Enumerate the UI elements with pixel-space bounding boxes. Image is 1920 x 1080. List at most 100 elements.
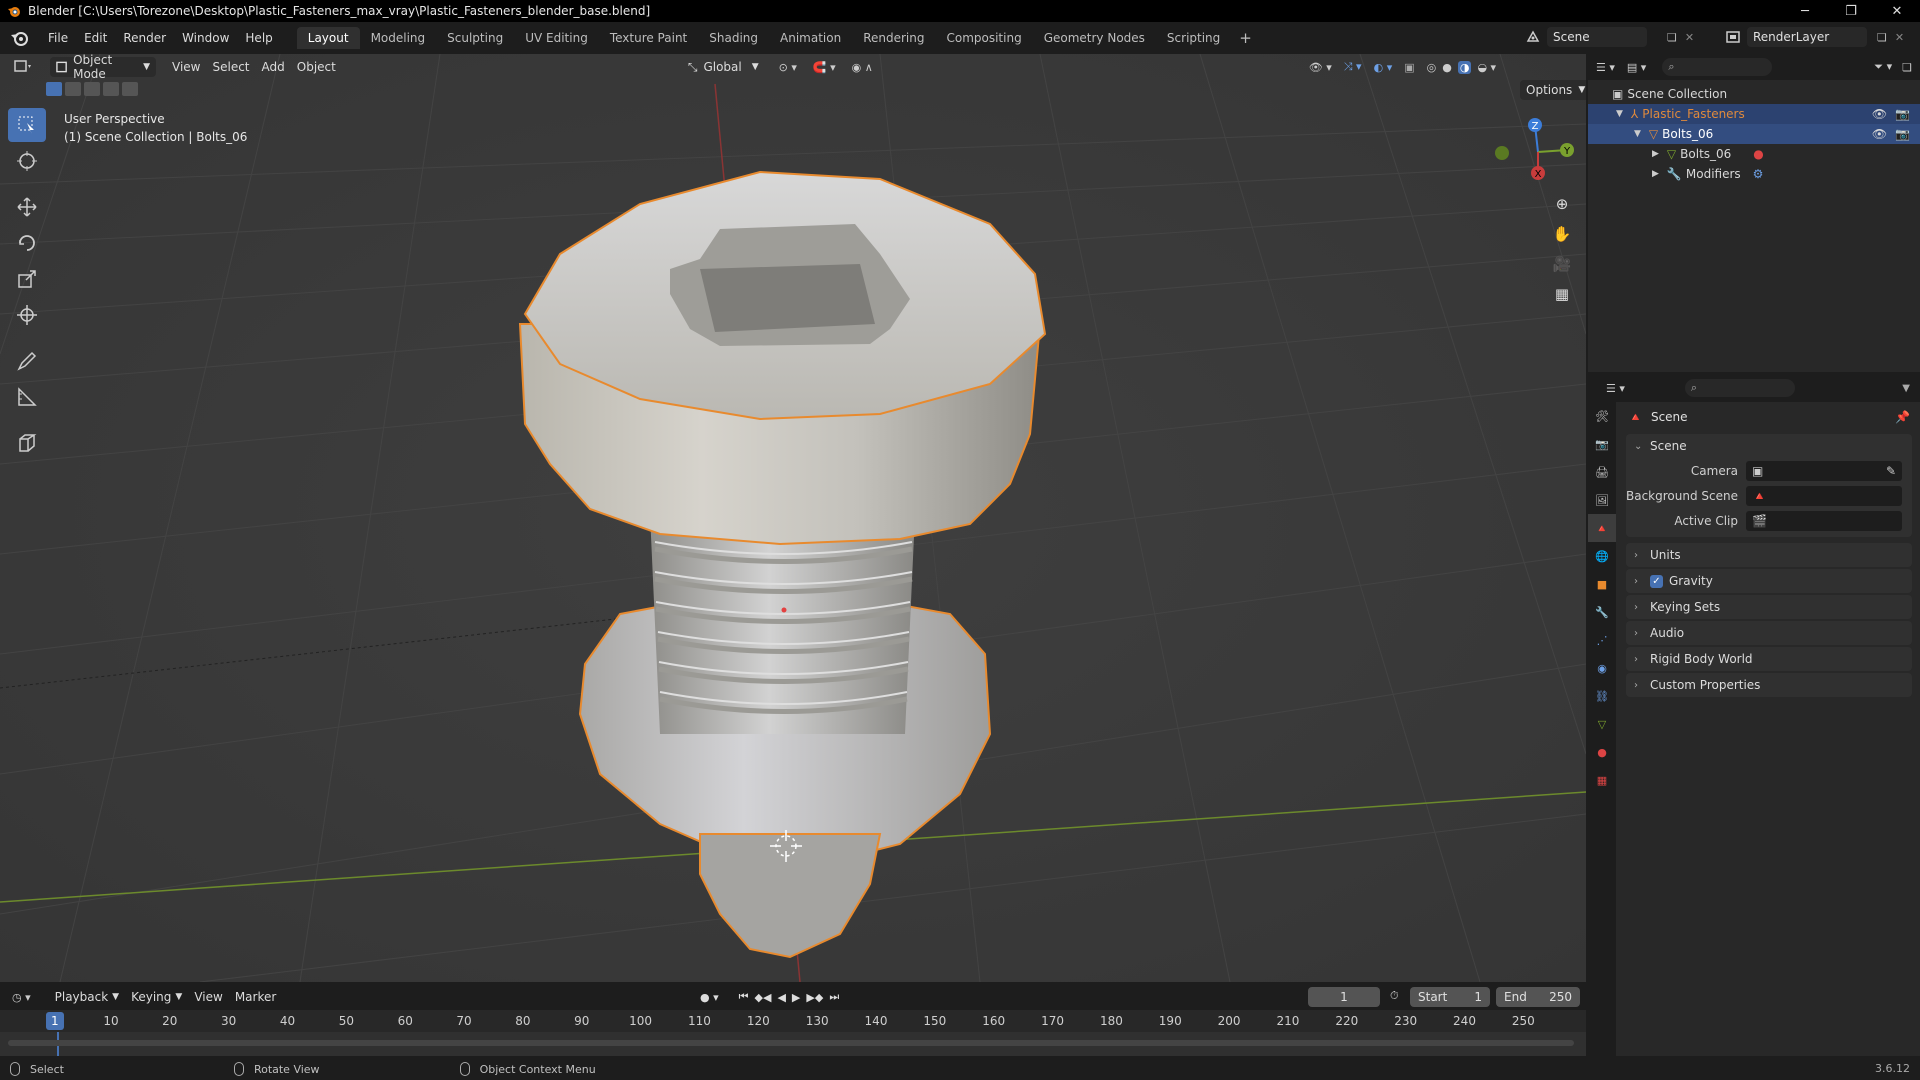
menu-edit[interactable]: Edit (76, 22, 115, 54)
outliner-item-bolts-06[interactable]: ▼ ▽ Bolts_06 👁 📷 (1588, 124, 1920, 144)
audio-panel[interactable]: › Audio (1626, 621, 1912, 645)
select-intersect-icon[interactable] (122, 82, 138, 96)
rotate-tool[interactable] (8, 226, 46, 260)
playback-menu[interactable]: Playback ▼ (49, 987, 125, 1007)
tab-compositing[interactable]: Compositing (935, 27, 1032, 49)
tab-particles[interactable]: ⋰ (1588, 626, 1616, 654)
pivot-point-icon[interactable]: ⊙ ▾ (779, 61, 797, 74)
snap-icon[interactable]: 🧲 ▾ (813, 61, 836, 74)
tab-layout[interactable]: Layout (296, 27, 360, 49)
prev-keyframe-icon[interactable]: ◆◀ (755, 991, 772, 1004)
tab-world[interactable]: 🌐 (1588, 542, 1616, 570)
scale-tool[interactable] (8, 262, 46, 296)
maximize-button[interactable]: ❐ (1828, 0, 1874, 22)
editor-type-icon[interactable] (14, 59, 38, 76)
proportional-edit-icon[interactable]: ◉ ∧ (852, 61, 873, 74)
marker-menu[interactable]: Marker (229, 987, 282, 1007)
tab-modifiers[interactable]: 🔧 (1588, 598, 1616, 626)
tab-object[interactable]: ■ (1588, 570, 1616, 598)
menu-window[interactable]: Window (174, 22, 237, 54)
menu-file[interactable]: File (40, 22, 76, 54)
menu-help[interactable]: Help (237, 22, 280, 54)
tab-shading[interactable]: Shading (698, 27, 769, 49)
keying-sets-panel[interactable]: › Keying Sets (1626, 595, 1912, 619)
eyedropper-icon[interactable]: ✎ (1886, 464, 1896, 478)
outliner-editor-icon[interactable]: ☰ ▾ (1596, 61, 1615, 74)
record-icon[interactable]: ● ▾ (700, 991, 719, 1004)
jump-end-icon[interactable]: ⏭ (829, 990, 839, 1004)
tab-uv-editing[interactable]: UV Editing (514, 27, 599, 49)
tab-data[interactable]: ▽ (1588, 710, 1616, 738)
playhead[interactable]: 1 (46, 1012, 64, 1030)
move-tool[interactable] (8, 190, 46, 224)
tab-physics[interactable]: ◉ (1588, 654, 1616, 682)
options-dropdown[interactable]: Options ▼ (1520, 80, 1586, 100)
outliner-item-plastic-fasteners[interactable]: ▼ ⅄ Plastic_Fasteners 👁 📷 (1588, 104, 1920, 124)
properties-editor-icon[interactable]: ☰ ▾ (1606, 382, 1625, 395)
start-frame-field[interactable]: Start 1 (1410, 987, 1490, 1007)
neg-y-axis-icon[interactable] (1495, 146, 1509, 160)
transform-tool[interactable] (8, 298, 46, 332)
filter-icon[interactable]: ⏷ ▾ (1874, 60, 1892, 74)
shading-rendered-icon[interactable]: ◒ ▾ (1477, 61, 1496, 74)
eye-icon[interactable]: 👁 (1872, 127, 1887, 141)
tab-texture-paint[interactable]: Texture Paint (599, 27, 698, 49)
measure-tool[interactable] (8, 380, 46, 414)
tab-rendering[interactable]: Rendering (852, 27, 935, 49)
delete-view-layer-icon[interactable]: ✕ (1895, 31, 1904, 44)
tab-animation[interactable]: Animation (769, 27, 852, 49)
rigid-body-world-panel[interactable]: › Rigid Body World (1626, 647, 1912, 671)
view-layer-selector[interactable]: RenderLayer ❏ ✕ (1725, 26, 1915, 48)
expand-arrow-icon[interactable]: ▶ (1652, 149, 1659, 159)
tab-constraints[interactable]: ⛓ (1588, 682, 1616, 710)
shading-material-icon[interactable]: ◑ (1457, 60, 1472, 74)
mode-dropdown[interactable]: Object Mode ▼ (50, 54, 156, 81)
delete-scene-icon[interactable]: ✕ (1685, 31, 1694, 44)
gizmo-toggle-icon[interactable]: ⤨ ▾ (1344, 60, 1362, 74)
menu-view[interactable]: View (166, 57, 206, 77)
display-mode-icon[interactable]: ▤ ▾ (1627, 61, 1646, 74)
clock-icon[interactable]: ⏱ (1390, 989, 1399, 1003)
3d-viewport[interactable]: Object Mode ▼ View Select Add Object ⤡ G… (0, 54, 1586, 982)
expand-arrow-icon[interactable]: ▼ (1616, 109, 1623, 119)
new-view-layer-icon[interactable]: ❏ (1877, 31, 1887, 44)
gravity-panel[interactable]: › ✓ Gravity (1626, 569, 1912, 593)
tab-render[interactable]: 📷 (1588, 430, 1616, 458)
tab-tool[interactable]: 🛠 (1588, 402, 1616, 430)
outliner-search-input[interactable]: ⌕ (1662, 58, 1773, 76)
tab-sculpting[interactable]: Sculpting (436, 27, 514, 49)
xray-toggle-icon[interactable]: ▣ (1404, 61, 1414, 74)
visibility-dropdown-icon[interactable]: 👁 ▾ (1309, 61, 1332, 74)
tab-view-layer[interactable]: 🖼 (1588, 486, 1616, 514)
gravity-checkbox[interactable]: ✓ (1650, 574, 1663, 588)
select-invert-icon[interactable] (103, 82, 119, 96)
tab-scene[interactable]: 🔺 (1588, 514, 1616, 542)
camera-view-button[interactable]: 🎥 (1548, 250, 1576, 278)
active-clip-field[interactable]: 🎬 (1746, 510, 1902, 531)
timeline-track-area[interactable] (0, 1032, 1586, 1056)
menu-add[interactable]: Add (256, 57, 291, 77)
add-workspace-button[interactable]: + (1231, 29, 1260, 47)
chevron-down-icon[interactable]: ▼ (1902, 383, 1910, 394)
outliner-item-modifiers[interactable]: ▶ 🔧 Modifiers ⚙ (1588, 164, 1920, 184)
add-cube-tool[interactable] (8, 426, 46, 460)
end-frame-field[interactable]: End 250 (1496, 987, 1580, 1007)
zoom-button[interactable]: ⊕ (1548, 190, 1576, 218)
timeline-ruler[interactable]: 1 10 20 30 40 50 60 70 80 90 100 110 120 130 140 150 16… (0, 1010, 1586, 1032)
tab-output[interactable]: 🖨 (1588, 458, 1616, 486)
current-frame-field[interactable]: 1 (1308, 987, 1380, 1007)
tab-material[interactable]: ● (1588, 738, 1616, 766)
shading-solid-icon[interactable]: ● (1442, 61, 1452, 74)
select-subtract-icon[interactable] (84, 82, 100, 96)
pin-icon[interactable]: 📌 (1895, 410, 1910, 424)
outliner-item-bolts-06-mesh[interactable]: ▶ ▽ Bolts_06 ● (1588, 144, 1920, 164)
tab-texture[interactable]: ▦ (1588, 766, 1616, 794)
eye-icon[interactable]: 👁 (1872, 107, 1887, 121)
annotate-tool[interactable] (8, 344, 46, 378)
next-keyframe-icon[interactable]: ▶◆ (806, 991, 823, 1004)
overlay-toggle-icon[interactable]: ◐ ▾ (1374, 61, 1393, 74)
minimize-button[interactable]: ─ (1782, 0, 1828, 22)
ortho-toggle-button[interactable]: ▦ (1548, 280, 1576, 308)
camera-render-icon[interactable]: 📷 (1895, 127, 1910, 141)
tab-geometry-nodes[interactable]: Geometry Nodes (1033, 27, 1156, 49)
